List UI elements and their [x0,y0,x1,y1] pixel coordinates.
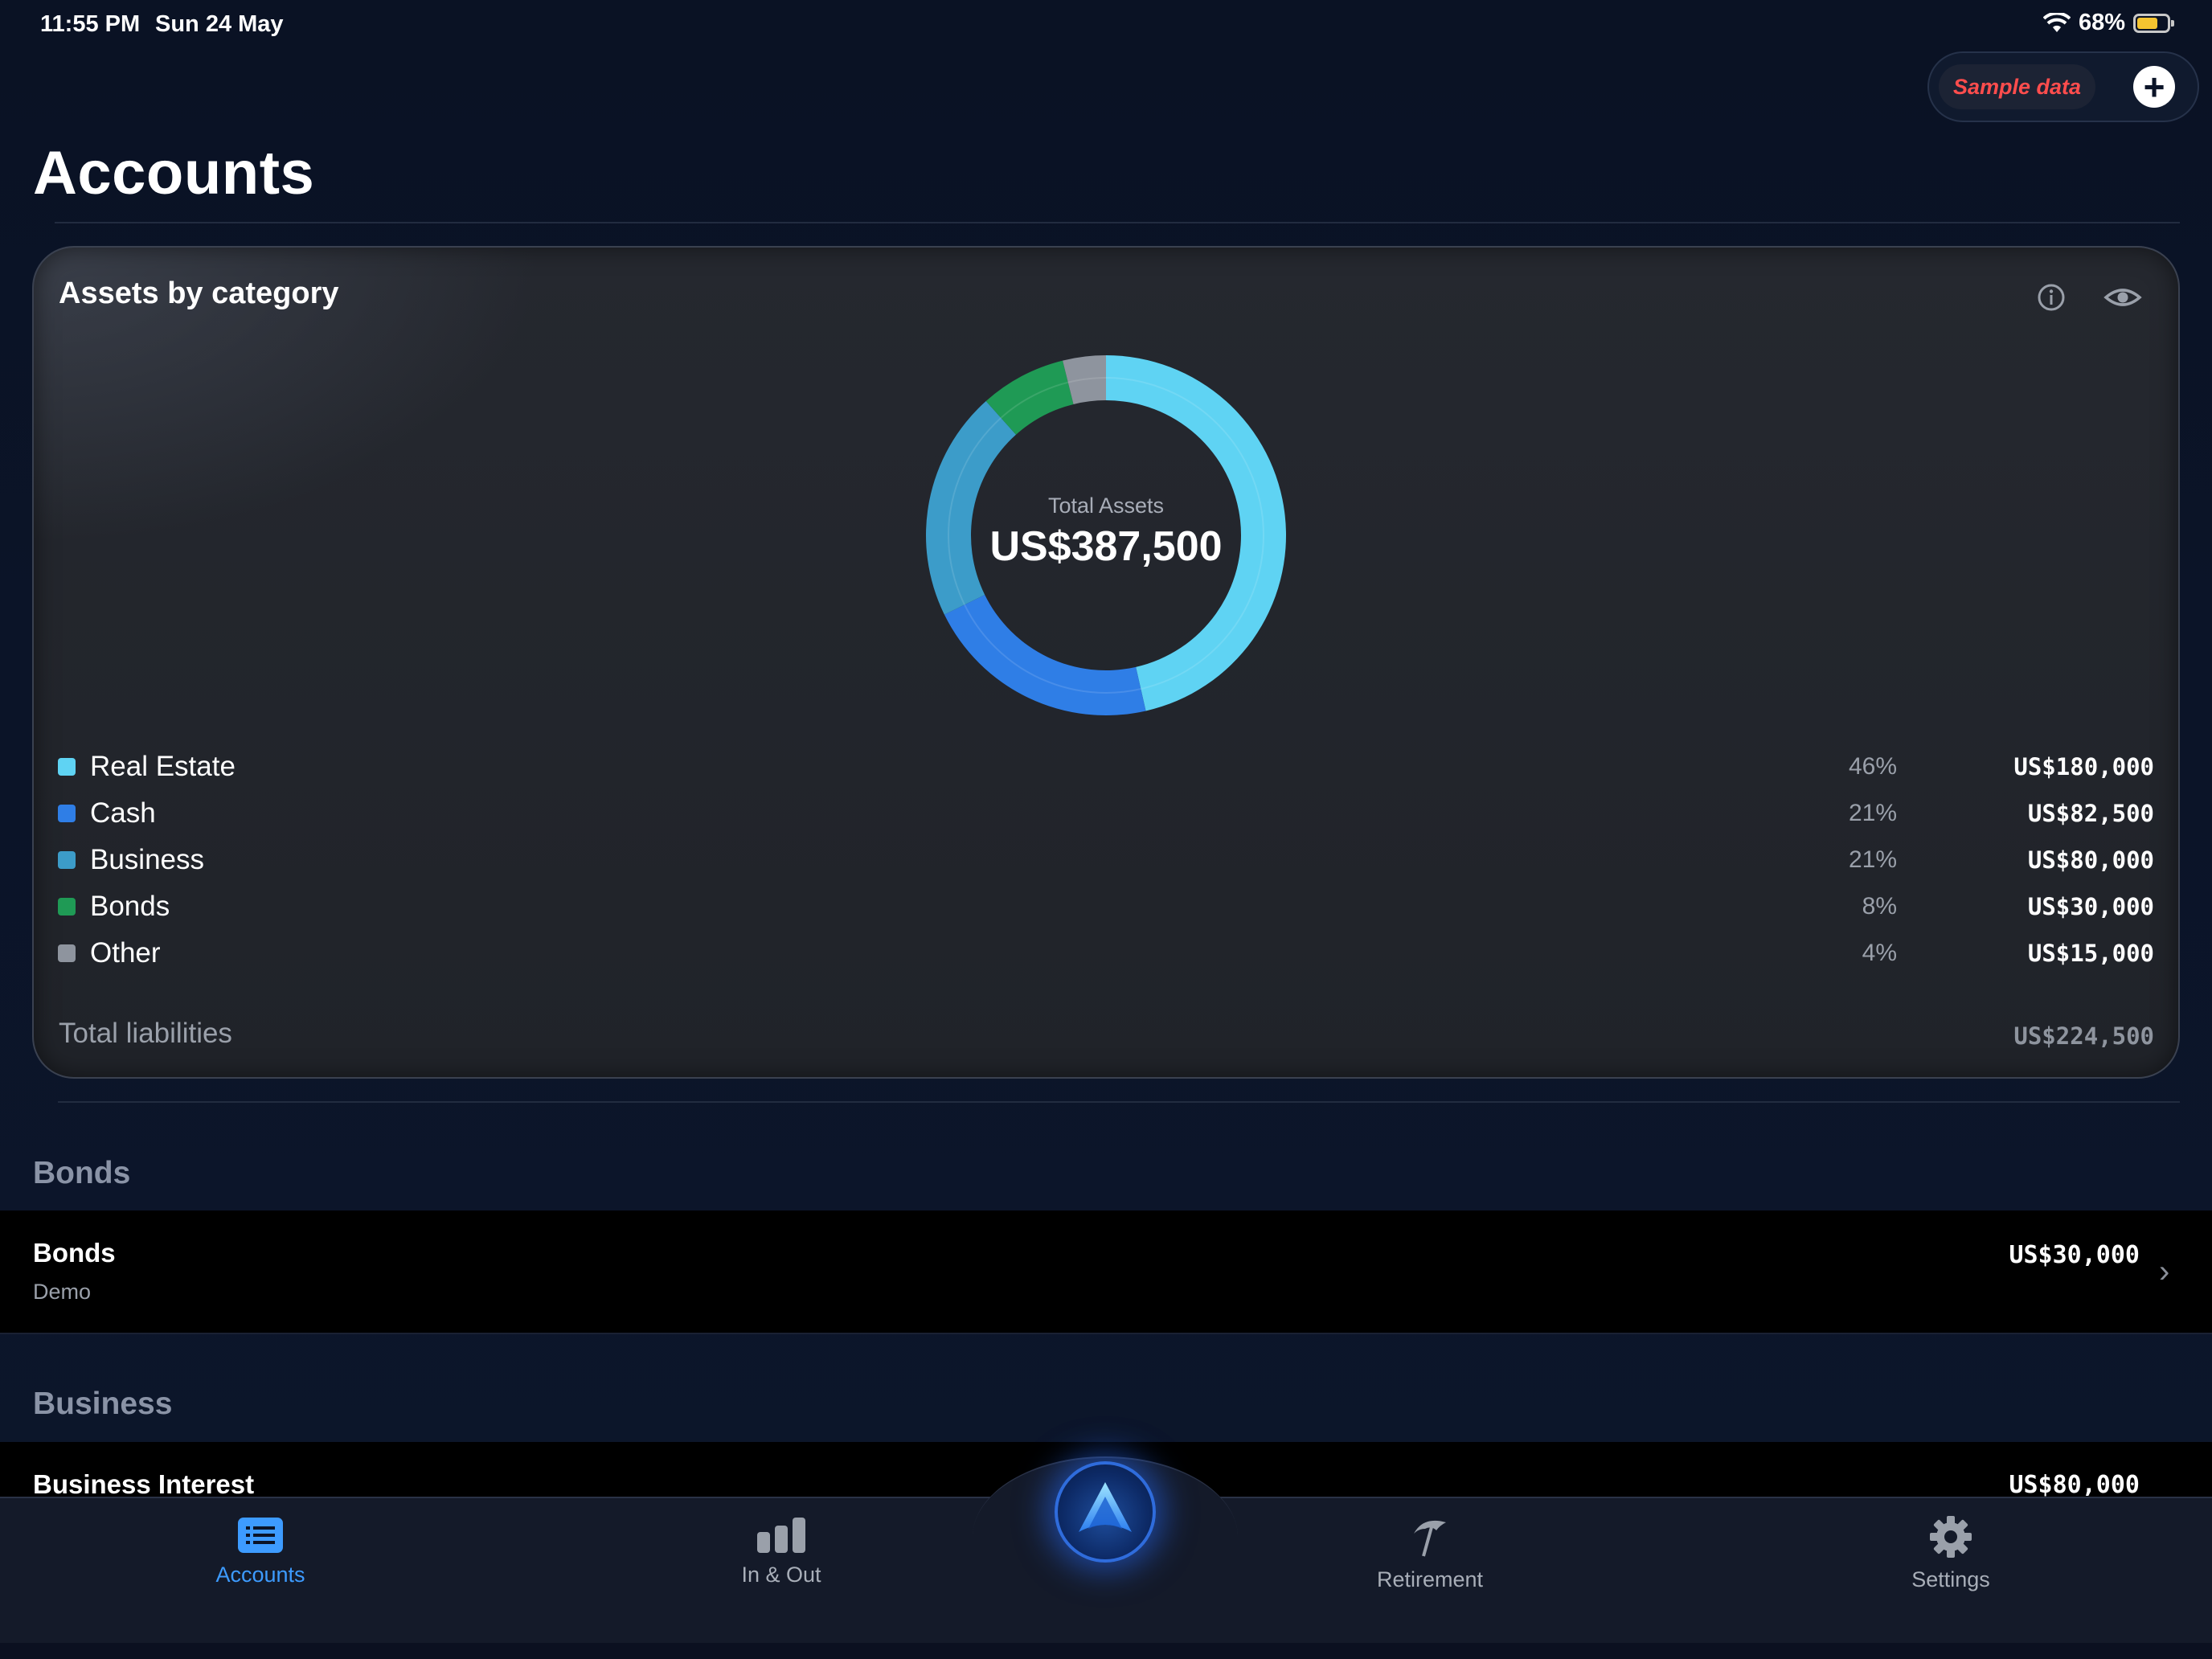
sample-data-button[interactable]: Sample data [1939,64,2096,109]
total-liabilities-label: Total liabilities [59,1018,232,1049]
legend-percent: 21% [1848,846,1897,873]
app-logo-icon [1079,1482,1132,1532]
tab-accounts[interactable]: Accounts [140,1516,381,1587]
legend-percent: 4% [1862,940,1897,966]
legend-swatch [58,898,76,916]
account-value: US$80,000 [2009,1471,2140,1498]
status-time: 11:55 PM [40,11,141,37]
legend-percent: 8% [1862,893,1897,920]
legend-swatch [58,944,76,962]
legend-value: US$80,000 [2027,846,2154,874]
legend-value: US$30,000 [2027,893,2154,920]
info-icon[interactable] [2034,280,2069,315]
total-assets-label: Total Assets [1047,494,1165,518]
legend-swatch [58,805,76,822]
chevron-right-icon: › [2159,1254,2170,1289]
tab-in-out[interactable]: In & Out [661,1516,902,1587]
legend-row-bonds[interactable]: Bonds 8% US$30,000 [58,887,2154,927]
account-subtitle: Demo [33,1280,92,1304]
total-liabilities-value: US$224,500 [2013,1022,2154,1050]
section-header-business: Business [33,1387,173,1421]
legend-percent: 21% [1848,800,1897,826]
plus-icon: + [2143,66,2165,108]
home-indicator-area [0,1643,2212,1659]
bar-chart-icon [757,1518,805,1553]
legend-swatch [58,758,76,776]
battery-icon [2133,13,2174,33]
legend-value: US$82,500 [2027,800,2154,827]
legend-value: US$180,000 [2013,753,2154,780]
tab-retirement[interactable]: Retirement [1309,1514,1550,1592]
status-date: Sun 24 May [155,11,284,37]
gear-icon [1930,1516,1972,1558]
divider [55,222,2180,223]
legend-row-business[interactable]: Business 21% US$80,000 [58,840,2154,880]
wifi-icon [2042,12,2071,32]
legend-label: Cash [90,797,156,829]
tab-label: In & Out [741,1563,821,1587]
divider [58,1101,2180,1103]
legend-swatch [58,851,76,869]
legend-label: Business [90,844,205,875]
add-button[interactable]: + [2133,66,2175,108]
tab-settings[interactable]: Settings [1830,1514,2071,1592]
section-header-bonds: Bonds [33,1156,131,1190]
account-value: US$30,000 [2009,1241,2140,1269]
legend-label: Real Estate [90,751,236,782]
beach-umbrella-icon [1414,1520,1446,1557]
tab-label: Settings [1911,1567,1990,1591]
account-title: Bonds [33,1238,116,1268]
legend-row-other[interactable]: Other 4% US$15,000 [58,933,2154,973]
page-title: Accounts [33,139,315,207]
battery-percent: 68% [2078,10,2125,35]
center-action-button[interactable] [1055,1461,1156,1563]
account-row-bonds[interactable] [0,1210,2212,1333]
eye-icon[interactable] [2103,280,2143,315]
total-assets-value: US$387,500 [989,523,1223,570]
card-title: Assets by category [59,276,339,310]
legend-label: Other [90,937,161,969]
legend-value: US$15,000 [2027,940,2154,967]
list-icon [238,1518,283,1553]
status-indicators: 68% [2042,10,2174,36]
legend-label: Bonds [90,891,170,922]
donut-slice-cash [944,594,1146,715]
divider [0,1333,2212,1334]
legend-percent: 46% [1848,753,1897,780]
account-title: Business Interest [33,1469,255,1498]
tab-label: Retirement [1376,1567,1484,1591]
legend-row-cash[interactable]: Cash 21% US$82,500 [58,793,2154,834]
legend-row-real-estate[interactable]: Real Estate 46% US$180,000 [58,747,2154,787]
tab-label: Accounts [215,1563,305,1587]
